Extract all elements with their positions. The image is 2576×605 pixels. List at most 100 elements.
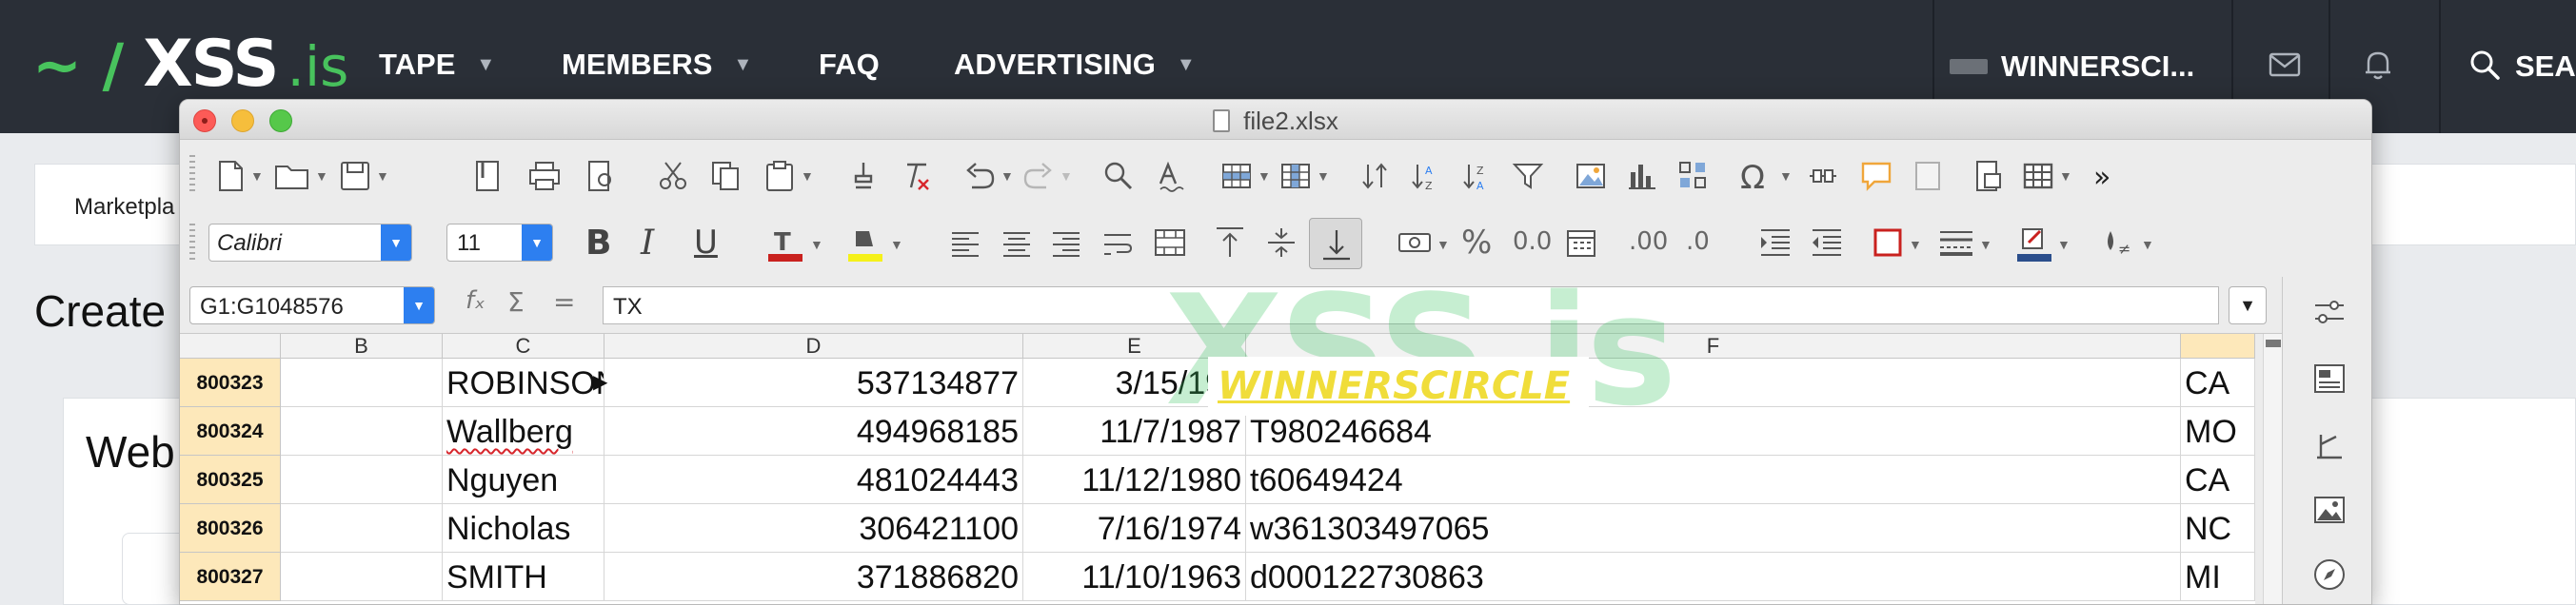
gallery-icon[interactable]: [2311, 427, 2348, 463]
cell[interactable]: CA: [2181, 359, 2255, 407]
row-header[interactable]: 800324: [180, 407, 281, 456]
sum-icon[interactable]: Σ: [507, 286, 525, 318]
decrease-indent-icon[interactable]: [1810, 225, 1844, 260]
cell[interactable]: SMITH: [443, 553, 604, 601]
conditional-formatting-icon[interactable]: ≠: [2099, 225, 2137, 260]
align-center-icon[interactable]: [1001, 227, 1033, 260]
cell[interactable]: [281, 407, 443, 456]
formula-input[interactable]: TX: [603, 286, 2219, 324]
search-icon[interactable]: [2467, 48, 2502, 82]
chevron-down-icon[interactable]: ▼: [801, 168, 814, 184]
cell[interactable]: 481024443: [604, 456, 1023, 504]
chevron-down-icon[interactable]: ▼: [1317, 168, 1330, 184]
column-header-e[interactable]: E: [1023, 334, 1246, 359]
italic-icon[interactable]: I: [641, 224, 654, 263]
cell[interactable]: 537134877: [604, 359, 1023, 407]
row-icon[interactable]: [1219, 159, 1254, 193]
chevron-down-icon[interactable]: ▼: [2059, 168, 2072, 184]
vertical-scrollbar[interactable]: [2263, 334, 2282, 604]
cell[interactable]: MO: [2181, 407, 2255, 456]
chevron-down-icon[interactable]: ▼: [2057, 237, 2071, 252]
function-wizard-icon[interactable]: fₓ: [466, 286, 485, 315]
row-header[interactable]: 800325: [180, 456, 281, 504]
currency-format-icon[interactable]: [1397, 225, 1435, 260]
find-replace-icon[interactable]: [1101, 159, 1136, 193]
autofilter-icon[interactable]: [1511, 159, 1545, 193]
toolbar-overflow-icon[interactable]: »: [2093, 161, 2110, 194]
column-header-b[interactable]: B: [281, 334, 443, 359]
chevron-down-icon[interactable]: ▼: [1979, 237, 1992, 252]
nav-faq[interactable]: FAQ: [819, 46, 880, 84]
search-label[interactable]: SEAR: [2515, 0, 2576, 133]
chevron-down-icon[interactable]: ▼: [250, 168, 264, 184]
define-print-area-icon[interactable]: [1972, 159, 2006, 193]
delete-decimal-icon[interactable]: .0: [1686, 227, 1710, 256]
column-header-f[interactable]: F: [1246, 334, 2181, 359]
comment-icon[interactable]: [1859, 159, 1893, 193]
cell[interactable]: 371886820: [604, 553, 1023, 601]
scrollbar-thumb[interactable]: [2266, 340, 2281, 347]
redo-icon[interactable]: [1021, 159, 1056, 193]
chevron-down-icon[interactable]: ▼: [1001, 168, 1014, 184]
cell[interactable]: Nguyen: [443, 456, 604, 504]
headers-footers-icon[interactable]: [1911, 159, 1945, 193]
chevron-down-icon[interactable]: ▼: [810, 237, 823, 252]
chevron-down-icon[interactable]: ▼: [1258, 168, 1271, 184]
spelling-icon[interactable]: [1155, 159, 1189, 193]
chevron-down-icon[interactable]: ▼: [890, 237, 903, 252]
percent-format-icon[interactable]: %: [1461, 224, 1492, 262]
nav-members[interactable]: MEMBERS ▼: [562, 46, 752, 84]
cell[interactable]: t60649424: [1246, 456, 2181, 504]
border-style-icon[interactable]: [1937, 225, 1975, 260]
cell[interactable]: 494968185: [604, 407, 1023, 456]
image-icon[interactable]: [2311, 492, 2348, 528]
column-header-g[interactable]: [2181, 334, 2255, 359]
bold-icon[interactable]: B: [585, 224, 611, 263]
name-box[interactable]: G1:G1048576 ▼: [189, 286, 435, 324]
site-logo[interactable]: ~ / XSS .is: [32, 27, 348, 103]
cell[interactable]: 11/12/1980: [1023, 456, 1246, 504]
chevron-down-icon[interactable]: ▼: [1909, 237, 1922, 252]
save-icon[interactable]: [338, 159, 372, 193]
number-format-icon[interactable]: 0.0: [1513, 227, 1552, 256]
paste-icon[interactable]: [763, 159, 797, 193]
background-color-icon[interactable]: [846, 225, 884, 263]
cell[interactable]: Wallberg: [443, 407, 604, 456]
new-document-icon[interactable]: [214, 159, 247, 193]
cut-icon[interactable]: [656, 159, 690, 193]
chevron-down-icon[interactable]: ▼: [381, 224, 411, 261]
styles-icon[interactable]: [2311, 361, 2348, 397]
breadcrumb[interactable]: Marketpla: [74, 194, 174, 221]
chevron-down-icon[interactable]: ▼: [404, 287, 434, 323]
toolbar-grip[interactable]: [189, 155, 195, 193]
cell[interactable]: NC: [2181, 504, 2255, 553]
font-name-select[interactable]: Calibri ▼: [208, 224, 412, 262]
select-all-corner[interactable]: [180, 334, 281, 359]
row-header[interactable]: 800327: [180, 553, 281, 601]
column-header-d[interactable]: D: [604, 334, 1023, 359]
clear-formatting-icon[interactable]: [900, 159, 934, 193]
chevron-down-icon[interactable]: ▼: [315, 168, 328, 184]
properties-icon[interactable]: [2311, 294, 2348, 330]
sort-ascending-icon[interactable]: AZ: [1408, 159, 1442, 193]
cell[interactable]: Nicholas: [443, 504, 604, 553]
cell[interactable]: [281, 456, 443, 504]
chevron-down-icon[interactable]: ▼: [522, 224, 552, 261]
font-color-icon[interactable]: T: [766, 225, 804, 263]
chevron-down-icon[interactable]: ▼: [376, 168, 389, 184]
print-icon[interactable]: [526, 159, 563, 193]
cell[interactable]: 306421100: [604, 504, 1023, 553]
print-preview-icon[interactable]: [584, 159, 618, 193]
date-format-icon[interactable]: [1564, 225, 1598, 260]
undo-icon[interactable]: [962, 159, 997, 193]
align-bottom-button[interactable]: [1309, 218, 1362, 269]
chevron-down-icon[interactable]: ▼: [1437, 237, 1450, 252]
nav-advertising[interactable]: ADVERTISING ▼: [954, 46, 1196, 84]
pivot-table-icon[interactable]: [1676, 159, 1711, 193]
cell[interactable]: [281, 359, 443, 407]
insert-chart-icon[interactable]: [1625, 159, 1659, 193]
bell-icon[interactable]: [2359, 46, 2397, 84]
borders-icon[interactable]: [1871, 225, 1905, 260]
clone-formatting-icon[interactable]: [846, 159, 881, 193]
cell[interactable]: CA: [2181, 456, 2255, 504]
